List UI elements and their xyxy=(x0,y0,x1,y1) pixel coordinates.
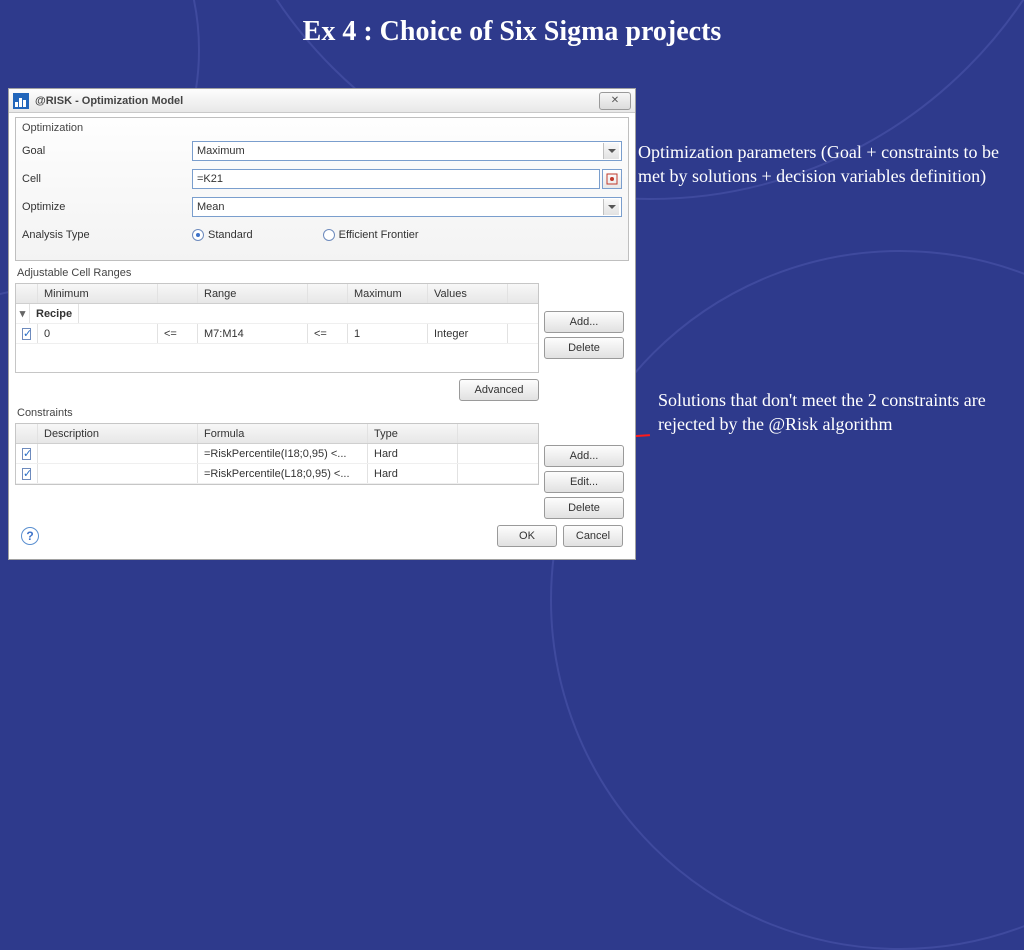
goal-value: Maximum xyxy=(197,145,245,157)
optimization-section: Optimization Goal Maximum Cell =K21 Opti… xyxy=(15,117,629,261)
cell-op: <= xyxy=(158,324,198,343)
cell-input[interactable]: =K21 xyxy=(192,169,600,189)
table-header: Description Formula Type xyxy=(16,424,538,444)
col-formula: Formula xyxy=(198,424,368,443)
cell-description xyxy=(38,464,198,483)
annotation-constraints: Solutions that don't meet the 2 constrai… xyxy=(658,388,1008,437)
cell-formula: =RiskPercentile(I18;0,95) <... xyxy=(198,444,368,463)
dialog-title: @RISK - Optimization Model xyxy=(35,95,183,107)
cell-formula: =RiskPercentile(L18;0,95) <... xyxy=(198,464,368,483)
goal-dropdown[interactable]: Maximum xyxy=(192,141,622,161)
chevron-down-icon xyxy=(603,199,619,215)
optimize-dropdown[interactable]: Mean xyxy=(192,197,622,217)
table-header: Minimum Range Maximum Values xyxy=(16,284,538,304)
chevron-down-icon xyxy=(603,143,619,159)
checkbox-icon[interactable] xyxy=(22,328,31,340)
radio-standard[interactable]: Standard xyxy=(192,229,253,241)
close-button[interactable]: ✕ xyxy=(599,92,631,110)
section-label: Optimization xyxy=(22,122,622,134)
constraints-section: Constraints Description Formula Type xyxy=(15,407,629,519)
optimize-value: Mean xyxy=(197,201,225,213)
adjustable-grid[interactable]: Minimum Range Maximum Values ▾ Recipe xyxy=(15,283,539,373)
delete-range-button[interactable]: Delete xyxy=(544,337,624,359)
table-row[interactable]: 0 <= M7:M14 <= 1 Integer xyxy=(16,324,538,344)
cell-min: 0 xyxy=(38,324,158,343)
add-constraint-button[interactable]: Add... xyxy=(544,445,624,467)
radio-standard-label: Standard xyxy=(208,229,253,241)
cancel-button[interactable]: Cancel xyxy=(563,525,623,547)
radio-frontier-label: Efficient Frontier xyxy=(339,229,419,241)
delete-constraint-button[interactable]: Delete xyxy=(544,497,624,519)
col-description: Description xyxy=(38,424,198,443)
radio-icon xyxy=(192,229,204,241)
cell-op: <= xyxy=(308,324,348,343)
constraints-label: Constraints xyxy=(17,407,629,419)
col-range: Range xyxy=(198,284,308,303)
help-button[interactable]: ? xyxy=(21,527,39,545)
cell-range: M7:M14 xyxy=(198,324,308,343)
dialog-footer: ? OK Cancel xyxy=(15,519,629,553)
add-range-button[interactable]: Add... xyxy=(544,311,624,333)
slide-title: Ex 4 : Choice of Six Sigma projects xyxy=(0,16,1024,48)
goal-label: Goal xyxy=(22,145,192,157)
radio-efficient-frontier[interactable]: Efficient Frontier xyxy=(323,229,419,241)
cell-type: Hard xyxy=(368,444,458,463)
cell-max: 1 xyxy=(348,324,428,343)
adjustable-section: Adjustable Cell Ranges Minimum Range Max… xyxy=(15,267,629,401)
advanced-button[interactable]: Advanced xyxy=(459,379,539,401)
checkbox-icon[interactable] xyxy=(22,448,31,460)
collapse-icon: ▾ xyxy=(16,304,30,323)
cell-type: Hard xyxy=(368,464,458,483)
cell-values: Integer xyxy=(428,324,508,343)
app-icon xyxy=(13,93,29,109)
col-maximum: Maximum xyxy=(348,284,428,303)
target-icon xyxy=(606,173,618,185)
titlebar: @RISK - Optimization Model ✕ xyxy=(9,89,635,113)
table-row[interactable]: =RiskPercentile(L18;0,95) <... Hard xyxy=(16,464,538,484)
constraints-grid[interactable]: Description Formula Type =RiskPercentile… xyxy=(15,423,539,485)
adjustable-label: Adjustable Cell Ranges xyxy=(17,267,629,279)
annotation-optimization: Optimization parameters (Goal + constrai… xyxy=(638,140,1008,189)
radio-icon xyxy=(323,229,335,241)
cell-description xyxy=(38,444,198,463)
ok-button[interactable]: OK xyxy=(497,525,557,547)
cell-reference-button[interactable] xyxy=(602,169,622,189)
optimization-dialog: @RISK - Optimization Model ✕ Optimizatio… xyxy=(8,88,636,560)
cell-value: =K21 xyxy=(197,173,223,185)
close-icon: ✕ xyxy=(611,95,619,106)
cell-label: Cell xyxy=(22,173,192,185)
col-minimum: Minimum xyxy=(38,284,158,303)
analysis-type-label: Analysis Type xyxy=(22,229,192,241)
group-row-recipe[interactable]: ▾ Recipe xyxy=(16,304,538,324)
checkbox-icon[interactable] xyxy=(22,468,31,480)
help-icon: ? xyxy=(26,529,33,543)
optimize-label: Optimize xyxy=(22,201,192,213)
edit-constraint-button[interactable]: Edit... xyxy=(544,471,624,493)
table-row[interactable]: =RiskPercentile(I18;0,95) <... Hard xyxy=(16,444,538,464)
group-name: Recipe xyxy=(30,304,79,323)
col-type: Type xyxy=(368,424,458,443)
col-values: Values xyxy=(428,284,508,303)
